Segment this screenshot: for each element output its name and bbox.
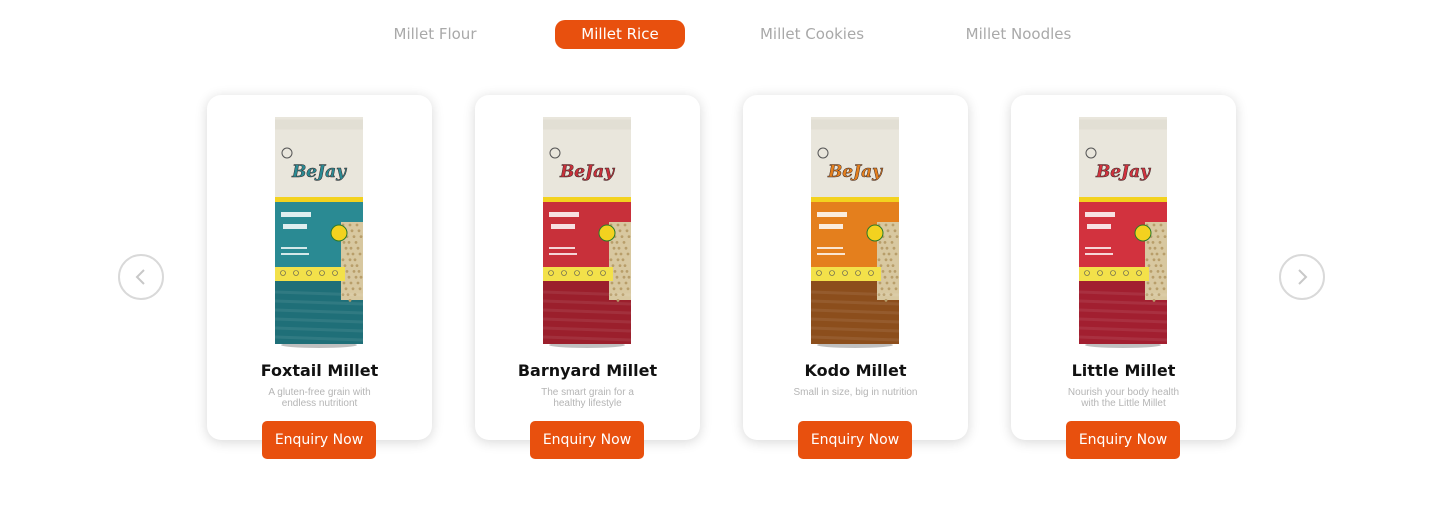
- svg-text:BeJay: BeJay: [291, 162, 347, 182]
- chevron-right-icon: [1298, 269, 1308, 285]
- category-tabs: Millet Flour Millet Rice Millet Cookies …: [0, 20, 1440, 50]
- product-description: Small in size, big in nutrition: [793, 387, 918, 398]
- tab-millet-rice[interactable]: Millet Rice: [555, 20, 685, 49]
- tab-millet-cookies[interactable]: Millet Cookies: [748, 20, 876, 49]
- product-pack-image: BeJay: [542, 117, 632, 348]
- product-name: Little Millet: [1071, 361, 1176, 380]
- product-pack-image: BeJay: [1078, 117, 1168, 348]
- enquiry-now-button[interactable]: Enquiry Now: [798, 421, 912, 459]
- product-description: A gluten-free grain with endless nutriti…: [268, 387, 371, 409]
- carousel-next-button[interactable]: [1279, 254, 1325, 300]
- tab-millet-flour[interactable]: Millet Flour: [378, 20, 492, 49]
- chevron-left-icon: [135, 269, 145, 285]
- enquiry-now-button[interactable]: Enquiry Now: [530, 421, 644, 459]
- product-pack-image: BeJay: [274, 117, 364, 348]
- product-description: The smart grain for a healthy lifestyle: [541, 387, 634, 409]
- svg-text:BeJay: BeJay: [559, 162, 615, 182]
- svg-text:BeJay: BeJay: [1095, 162, 1151, 182]
- product-description: Nourish your body health with the Little…: [1067, 387, 1180, 409]
- enquiry-now-button[interactable]: Enquiry Now: [262, 421, 376, 459]
- enquiry-now-button[interactable]: Enquiry Now: [1066, 421, 1180, 459]
- product-name: Kodo Millet: [804, 361, 907, 380]
- product-name: Foxtail Millet: [260, 361, 379, 380]
- tab-millet-noodles[interactable]: Millet Noodles: [952, 20, 1085, 49]
- product-name: Barnyard Millet: [517, 361, 658, 380]
- product-pack-image: BeJay: [810, 117, 900, 348]
- product-card: BeJay Barnyard Millet The smart grain fo…: [475, 95, 700, 440]
- product-card: BeJay Little Millet Nourish your body he…: [1011, 95, 1236, 440]
- product-card: BeJay Kodo Millet Small in size, big in …: [743, 95, 968, 440]
- carousel-prev-button[interactable]: [118, 254, 164, 300]
- svg-text:BeJay: BeJay: [827, 162, 883, 182]
- product-card: BeJay Foxtail Millet A gluten-free grain…: [207, 95, 432, 440]
